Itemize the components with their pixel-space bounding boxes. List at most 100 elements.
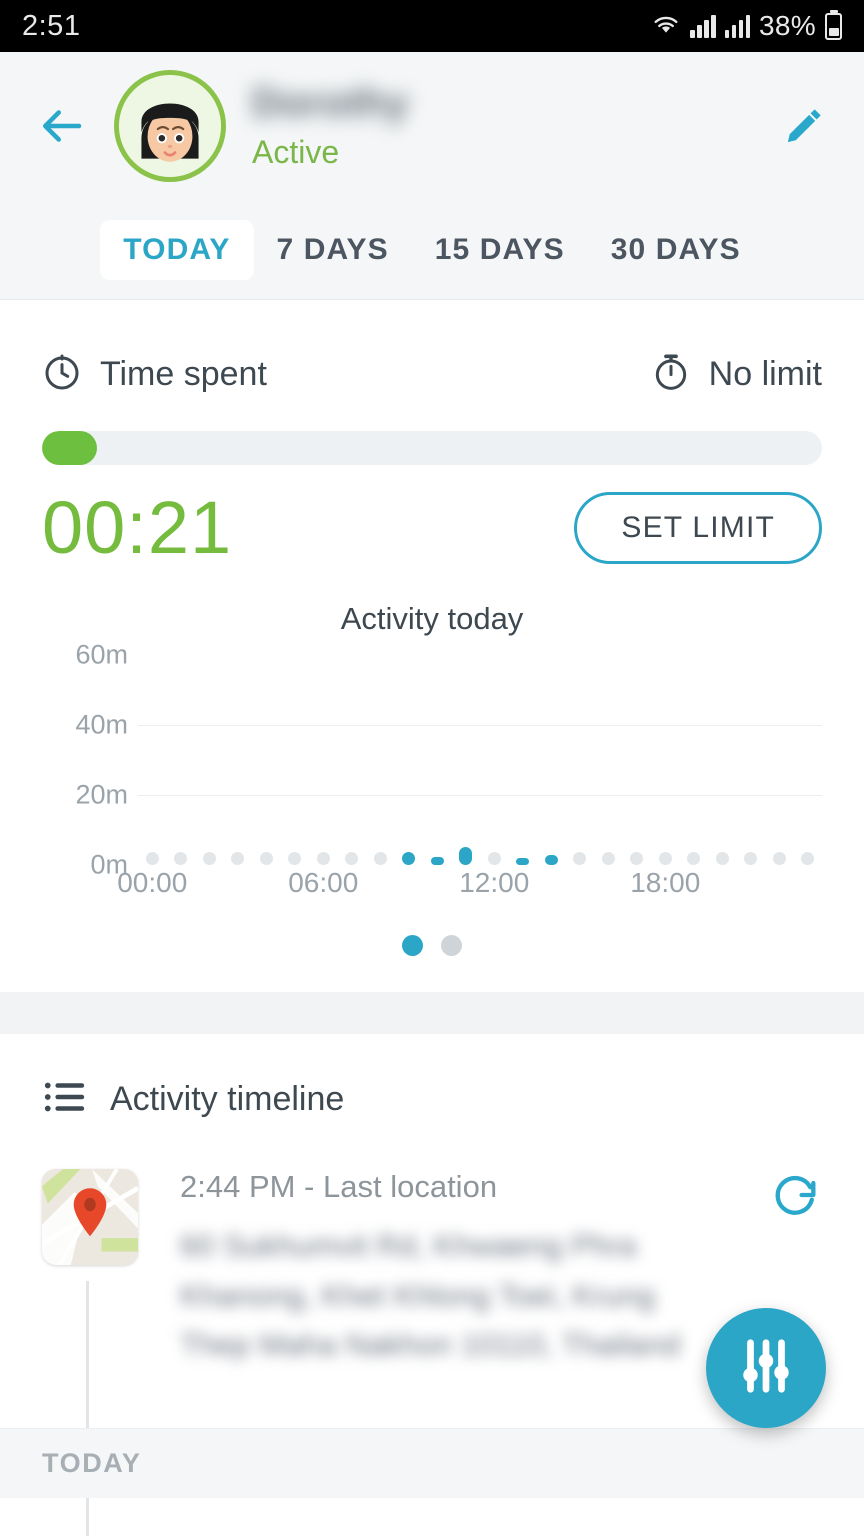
elapsed-time: 00:21 [42,486,233,569]
chart-y-axis: 60m 40m 20m 0m [42,640,128,880]
chart-bar-empty [145,852,159,865]
time-spent-row: Time spent No limit [42,300,822,397]
chart-slot [623,852,652,865]
chart-slot [252,852,281,865]
status-bar: 2:51 38% [0,0,864,52]
y-tick-label: 60m [75,639,128,670]
avatar-girl-icon [119,75,221,177]
chart-slot [452,846,481,865]
chart-bar-empty [373,852,387,865]
limit-group[interactable]: No limit [651,352,822,397]
x-tick-label: 12:00 [459,867,530,898]
chart-bar-active [516,858,530,865]
set-limit-button[interactable]: SET LIMIT [574,492,822,564]
chart-bar-active [402,851,416,865]
x-tick-label: 00:00 [117,867,188,898]
stopwatch-icon [651,352,691,397]
chart-bar-empty [630,852,644,865]
timeline-title: Activity timeline [110,1080,345,1118]
chart-slot [338,852,367,865]
tab-30-days[interactable]: 30 DAYS [588,220,764,280]
tab-15-days[interactable]: 15 DAYS [412,220,588,280]
settings-fab-button[interactable] [706,1308,826,1428]
avatar[interactable] [114,70,226,182]
chart-slot [651,852,680,865]
chart-bar-empty [772,852,786,865]
chart-slot [395,851,424,865]
chart-plot [138,655,822,865]
chart-title: Activity today [340,601,524,636]
profile-title-block: Dorothy Active [252,82,409,171]
chart-slot [309,852,338,865]
app-screen: 2:51 38% Dorothy Active TODAY 7 DAYS 15 … [0,0,864,1536]
chart-slot [423,856,452,865]
x-tick-label: 18:00 [630,867,701,898]
clock-icon [42,352,82,397]
time-spent-card: Time spent No limit 00:21 SET LIMIT Acti… [0,300,864,992]
time-spent-label-group: Time spent [42,352,267,397]
chart-slot [281,852,310,865]
activity-timeline-card: Activity timeline 2:44 PM - Last locatio… [0,1034,864,1536]
timeline-entry-body: 2:44 PM - Last location 60 Sukhumvit Rd,… [180,1169,756,1370]
section-divider [0,992,864,1034]
chart-bar-empty [316,852,330,865]
chart-slot [765,852,794,865]
chart-bar-empty [288,852,302,865]
tab-7-days[interactable]: 7 DAYS [254,220,412,280]
chart-slot [594,852,623,865]
pager-dot-1[interactable] [402,935,423,956]
timer-row: 00:21 SET LIMIT [42,491,822,565]
chart-slot [138,852,167,865]
battery-percent-label: 38% [759,10,816,41]
timeline-entry-time: 2:44 PM - Last location [180,1169,498,1204]
time-progress-bar [42,431,822,465]
chart-bar-empty [174,852,188,865]
time-progress-fill [42,431,97,465]
chart-slot [167,852,196,865]
sliders-icon [735,1335,797,1402]
edit-pencil-icon[interactable] [782,104,826,148]
chart-slot [537,855,566,865]
profile-header: Dorothy Active [0,52,864,200]
chart-bar-empty [601,852,615,865]
chart-bar-empty [715,852,729,865]
wifi-icon [651,12,681,41]
timeline-entry[interactable]: 2:44 PM - Last location 60 Sukhumvit Rd,… [42,1169,822,1536]
x-tick-label: 06:00 [288,867,359,898]
activity-chart[interactable]: 60m 40m 20m 0m 00:00 06:00 12:00 18:00 [42,640,822,907]
refresh-icon[interactable] [770,1169,822,1221]
timeline-entry-address: 60 Sukhumvit Rd, Khwaeng Phra Khanong, K… [180,1228,681,1363]
chart-slot [794,852,823,865]
tab-today[interactable]: TODAY [100,219,254,280]
time-spent-label: Time spent [100,355,267,393]
chart-x-axis: 00:00 06:00 12:00 18:00 [117,867,822,907]
limit-label: No limit [708,355,822,393]
timeline-section-header: TODAY [0,1428,864,1498]
chart-bar-empty [744,852,758,865]
chart-bar-active [459,846,473,865]
chart-slot [480,852,509,865]
chart-bar-empty [687,852,701,865]
chart-pager [42,905,822,992]
chart-slot [224,852,253,865]
list-icon [42,1074,88,1125]
map-pin-thumbnail-icon[interactable] [42,1169,138,1265]
timeline-section-label: TODAY [42,1448,142,1478]
chart-bar-empty [259,852,273,865]
timeline-header: Activity timeline [42,1074,822,1125]
y-tick-label: 40m [75,709,128,740]
chart-bar-empty [658,852,672,865]
chart-slot [708,852,737,865]
signal-bars-icon-1 [690,14,716,38]
chart-bar-empty [231,852,245,865]
chart-bar-empty [202,852,216,865]
chart-slot [509,858,538,865]
pager-dot-2[interactable] [441,935,462,956]
chart-slot [680,852,709,865]
chart-bar-active [430,856,444,865]
chart-bar-active [544,855,558,865]
status-icons: 38% [651,10,842,42]
back-arrow-icon[interactable] [34,99,88,153]
chart-bar-empty [801,852,815,865]
chart-slot [566,852,595,865]
